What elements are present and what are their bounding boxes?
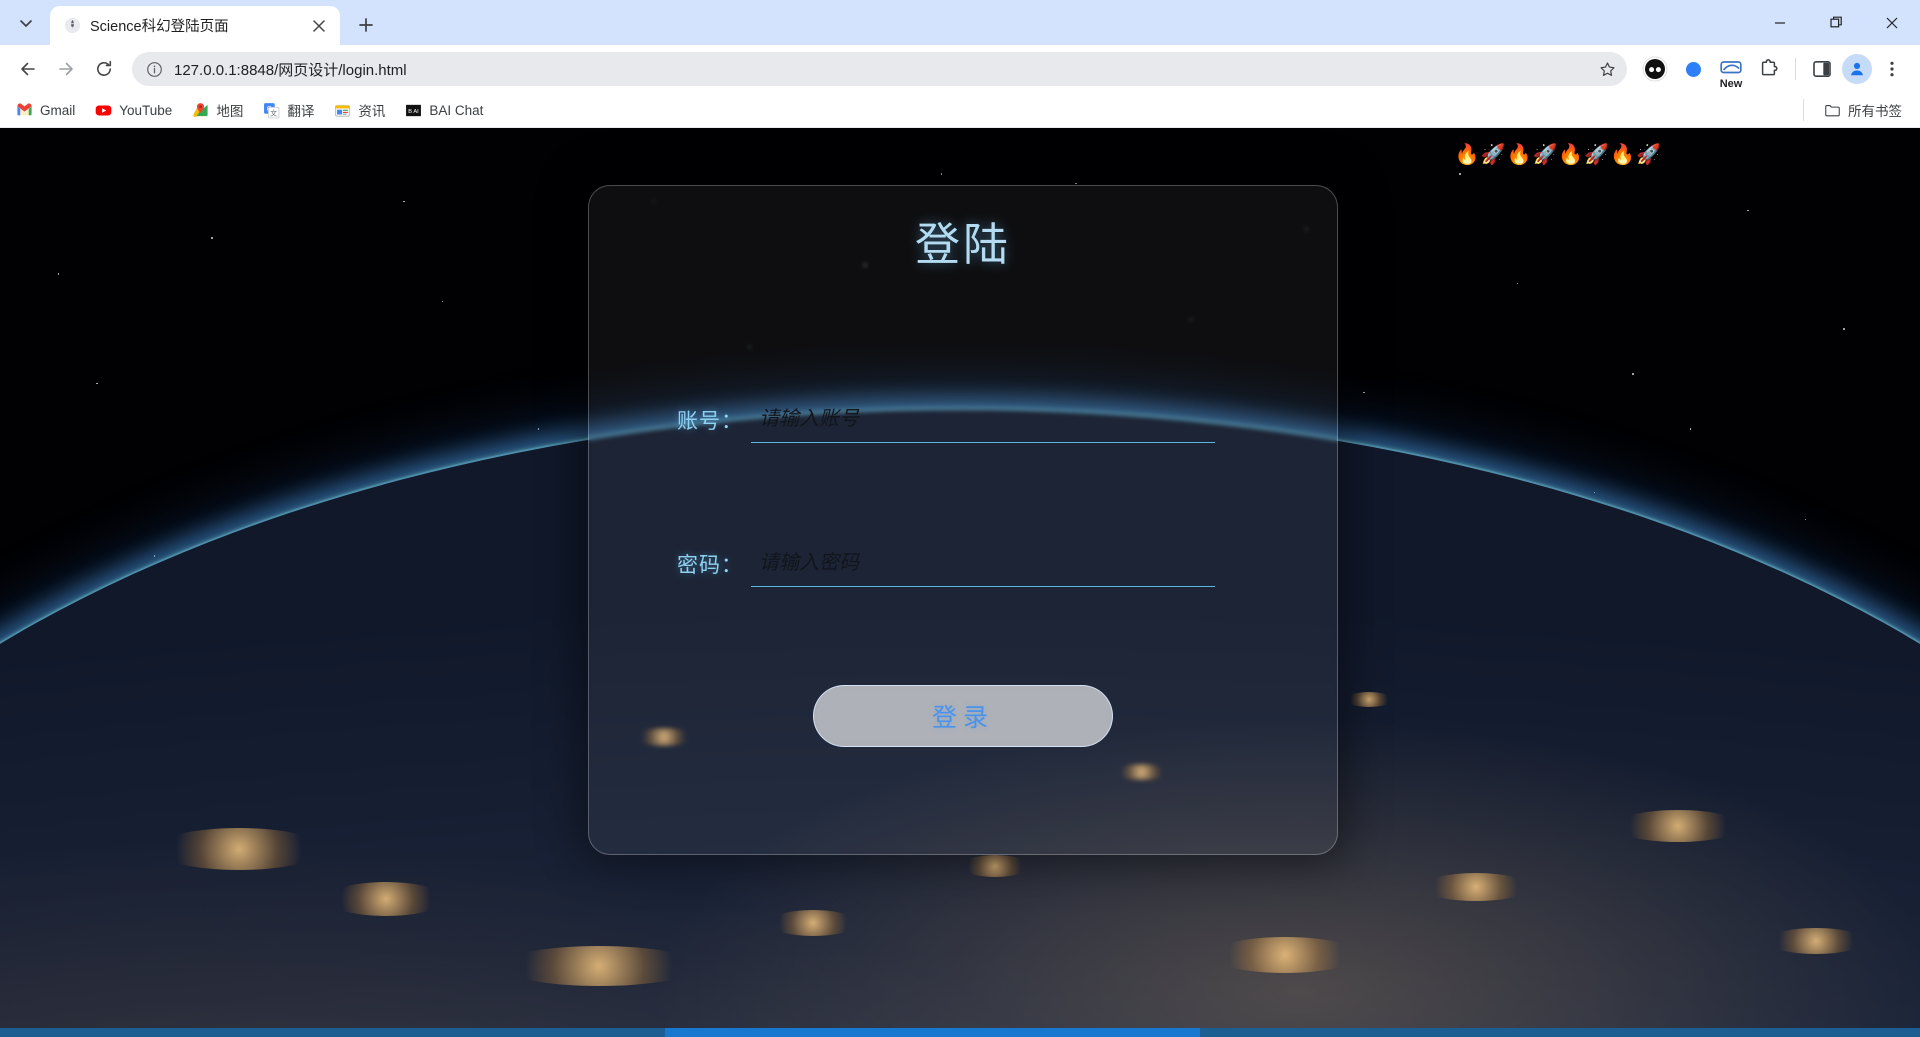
bookmark-translate[interactable]: G 文 翻译 [255, 96, 322, 124]
reload-icon [97, 60, 112, 76]
bai-chat-icon: B AI [406, 104, 422, 116]
login-submit-button[interactable]: 登录 [813, 685, 1113, 747]
person-avatar-icon [1851, 62, 1863, 76]
bookmark-label: BAI Chat [429, 102, 484, 118]
tab-close-button[interactable] [308, 15, 330, 37]
bookmark-maps[interactable]: 地图 [184, 96, 251, 124]
toolbar-right-icons: New [1637, 51, 1910, 90]
google-maps-icon [193, 102, 208, 117]
account-input[interactable] [751, 403, 1215, 443]
new-badge-label: New [1717, 78, 1745, 90]
tray-icon [1720, 61, 1742, 74]
blue-circle-icon [1685, 61, 1701, 77]
browser-toolbar: 127.0.0.1:8848/网页设计/login.html New [0, 45, 1920, 93]
globe-icon [64, 17, 81, 34]
chevron-down-icon [20, 20, 32, 27]
extensions-button[interactable] [1751, 51, 1787, 87]
window-minimize-button[interactable] [1752, 0, 1808, 45]
maximize-icon [1829, 16, 1842, 28]
google-news-icon [335, 104, 351, 116]
account-label: 账号： [677, 410, 743, 433]
extension-new-button[interactable]: New [1713, 51, 1749, 90]
bookmark-label: 地图 [216, 104, 244, 119]
bookmark-star-button[interactable] [1593, 55, 1621, 83]
bookmarks-bar: Gmail YouTube 地图 G 文 [0, 93, 1920, 128]
bookmark-label: 翻译 [287, 104, 315, 119]
bookmark-bai-chat[interactable]: B AI BAI Chat [397, 98, 491, 123]
window-maximize-button[interactable] [1808, 0, 1864, 45]
google-translate-icon: G 文 [264, 102, 280, 118]
page-title: 登陆 [914, 219, 1011, 270]
forward-arrow-icon [59, 62, 73, 76]
window-controls [1752, 0, 1920, 45]
all-bookmarks-button[interactable]: 所有书签 [1816, 96, 1910, 124]
window-close-icon [1886, 17, 1898, 28]
bookmark-news[interactable]: 资讯 [326, 96, 393, 124]
password-label: 密码： [677, 554, 743, 577]
browser-tab[interactable]: Science科幻登陆页面 [50, 6, 340, 45]
close-icon [313, 19, 325, 32]
tab-search-button[interactable] [8, 5, 44, 41]
extension-two-dots-button[interactable] [1637, 51, 1673, 87]
info-circle-icon [146, 61, 162, 77]
side-panel-icon [1813, 60, 1831, 77]
side-panel-button[interactable] [1804, 51, 1840, 87]
extension-blue-dot-button[interactable] [1675, 51, 1711, 87]
browser-window: Science科幻登陆页面 127.0.0.1:8848/网页设计/login.… [0, 0, 1920, 1037]
back-arrow-icon [21, 62, 35, 76]
address-bar[interactable]: 127.0.0.1:8848/网页设计/login.html [132, 52, 1627, 86]
profile-button[interactable] [1842, 54, 1872, 84]
bookmark-youtube[interactable]: YouTube [87, 98, 180, 123]
all-bookmarks-label: 所有书签 [1848, 104, 1902, 119]
taskbar-strip [0, 1028, 1920, 1037]
svg-text:文: 文 [271, 108, 278, 117]
site-info-icon[interactable] [144, 59, 164, 79]
gmail-icon [17, 102, 32, 115]
back-button[interactable] [10, 51, 46, 87]
reload-button[interactable] [86, 51, 122, 87]
youtube-icon [95, 105, 112, 115]
tab-strip: Science科幻登陆页面 [0, 0, 1920, 45]
bookmark-label: 资讯 [358, 104, 386, 119]
folder-icon [1825, 104, 1840, 116]
puzzle-piece-icon [1761, 59, 1778, 76]
password-input[interactable] [751, 547, 1215, 587]
forward-button[interactable] [48, 51, 84, 87]
toolbar-divider [1795, 58, 1796, 80]
three-dot-menu-icon [1890, 61, 1894, 77]
plus-icon [359, 18, 373, 32]
page-viewport: 🔥🚀🔥🚀🔥🚀🔥🚀 登陆 账号： 密码： 登录 [0, 128, 1920, 1037]
bookmark-label: Gmail [40, 102, 76, 118]
browser-menu-button[interactable] [1874, 51, 1910, 87]
two-dots-icon [1642, 56, 1668, 82]
taskbar-active-segment [665, 1028, 1200, 1037]
bookmark-label: YouTube [119, 102, 173, 118]
new-tab-button[interactable] [350, 9, 382, 41]
url-text: 127.0.0.1:8848/网页设计/login.html [174, 61, 407, 79]
svg-text:B AI: B AI [409, 108, 420, 114]
minimize-icon [1775, 21, 1785, 24]
tab-title: Science科幻登陆页面 [90, 19, 229, 35]
account-field-row: 账号： [589, 403, 1337, 443]
bookmarks-bar-right: 所有书签 [1797, 96, 1910, 124]
bookmark-gmail[interactable]: Gmail [8, 98, 83, 123]
emoji-decoration: 🔥🚀🔥🚀🔥🚀🔥🚀 [1454, 142, 1662, 166]
login-button-row: 登录 [589, 685, 1337, 747]
bookmarks-divider [1803, 99, 1804, 121]
window-close-button[interactable] [1864, 0, 1920, 45]
password-field-row: 密码： [589, 547, 1337, 587]
login-card: 登陆 账号： 密码： 登录 [588, 185, 1338, 855]
star-icon [1599, 61, 1615, 76]
